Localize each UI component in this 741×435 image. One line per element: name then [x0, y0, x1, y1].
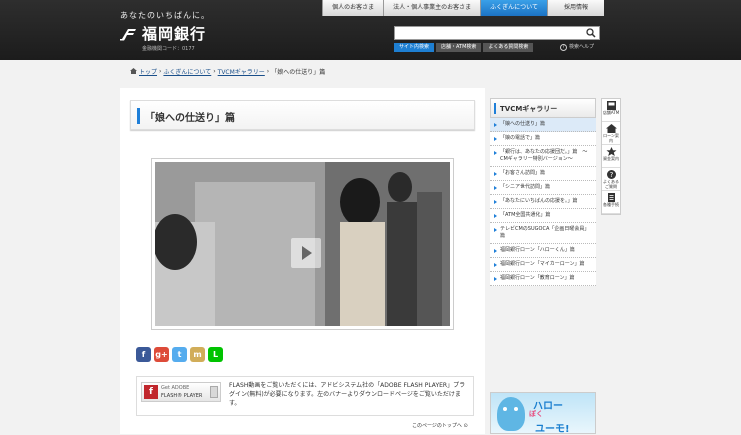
- document-icon: [606, 193, 617, 202]
- search-tab-site[interactable]: サイト内検索: [394, 43, 435, 52]
- sidebar-item[interactable]: 「娘への仕送り」篇: [490, 118, 596, 132]
- breadcrumb-home[interactable]: トップ: [139, 67, 157, 76]
- line-icon[interactable]: L: [208, 347, 223, 362]
- help-icon: ?: [560, 44, 567, 51]
- home-icon: [130, 67, 137, 76]
- sidebar-item[interactable]: 福岡銀行ローン「ハローくん」篇: [490, 244, 596, 258]
- page-title-box: 「娘への仕送り」篇: [130, 100, 475, 130]
- breadcrumb-tvcm[interactable]: TVCMギャラリー: [218, 67, 265, 76]
- facebook-icon[interactable]: f: [136, 347, 151, 362]
- search-input[interactable]: [395, 27, 575, 39]
- quick-menu-procedures[interactable]: 各種手続: [602, 191, 620, 214]
- quick-menu: 店舗ATM ローン案内 資金案内 ? よくあるご質問 各種手続: [601, 98, 621, 215]
- mascot-icon: [497, 397, 525, 431]
- sidebar-item[interactable]: 「銀行は、あなたの応援団だ。」篇 〜CMギャラリー特別バージョン〜: [490, 146, 596, 167]
- video-frame[interactable]: [155, 162, 450, 326]
- nav-personal[interactable]: 個人のお客さま: [322, 0, 384, 16]
- search-box: [394, 26, 600, 40]
- mixi-icon[interactable]: m: [190, 347, 205, 362]
- sidebar-item[interactable]: 福岡銀行ローン「教育ローン」篇: [490, 272, 596, 286]
- play-button[interactable]: [291, 238, 321, 268]
- sidebar-item[interactable]: 福岡銀行ローン「マイカーローン」篇: [490, 258, 596, 272]
- page-top-link[interactable]: このページのトップへ ⊙: [412, 422, 468, 429]
- search-tab-faq[interactable]: よくある質問検索: [483, 43, 534, 52]
- quick-menu-funds[interactable]: 資金案内: [602, 145, 620, 168]
- bank-mark-icon: [120, 27, 138, 41]
- sidebar-item[interactable]: 「シニア世代訪問」篇: [490, 181, 596, 195]
- sidebar-item[interactable]: 「あなたにいちばんの応援を。」篇: [490, 195, 596, 209]
- video-player[interactable]: [151, 158, 454, 330]
- star-icon: [606, 147, 617, 156]
- nav-about[interactable]: ふくぎんについて: [480, 0, 547, 16]
- flash-icon: f: [144, 385, 158, 399]
- flash-notice: f Get ADOBE FLASH® PLAYER FLASH動画をご覧いただく…: [136, 376, 474, 416]
- twitter-icon[interactable]: t: [172, 347, 187, 362]
- breadcrumb: トップ › ふくぎんについて › TVCMギャラリー › 「娘への仕送り」篇: [130, 67, 325, 76]
- sidebar-header: TVCMギャラリー: [490, 98, 596, 118]
- flash-notice-text: FLASH動画をご覧いただくには、アドビシステム社の「ADOBE FLASH P…: [229, 382, 466, 407]
- sidebar-item[interactable]: 「ATM全国共通化」篇: [490, 209, 596, 223]
- sidebar-item[interactable]: テレビCMのSUGOCA「企画日曜会員」篇: [490, 223, 596, 244]
- google-plus-icon[interactable]: g+: [154, 347, 169, 362]
- search-tab-branch[interactable]: 店舗・ATM検索: [436, 43, 482, 52]
- sidebar-item[interactable]: 「娘の電話で」篇: [490, 132, 596, 146]
- bank-code: 金融機関コード：0177: [142, 46, 195, 52]
- quick-menu-loan[interactable]: ローン案内: [602, 122, 620, 145]
- bank-name: 福岡銀行: [142, 25, 207, 43]
- svg-text:?: ?: [609, 171, 613, 179]
- nav-corporate[interactable]: 法人・個人事業主のお客さま: [383, 0, 481, 16]
- sidebar-item[interactable]: 「お客さん訪問」篇: [490, 167, 596, 181]
- nav-recruit[interactable]: 採用情報: [546, 0, 604, 16]
- breadcrumb-about[interactable]: ふくぎんについて: [163, 67, 211, 76]
- site-header: あなたのいちばんに。 福岡銀行 金融機関コード：0177 個人のお客さま 法人・…: [0, 0, 741, 60]
- search-icon[interactable]: [586, 28, 596, 38]
- download-icon: [210, 386, 218, 398]
- question-icon: ?: [606, 170, 617, 179]
- search-tabs: サイト内検索 店舗・ATM検索 よくある質問検索: [394, 43, 534, 52]
- hello-yumo-banner[interactable]: ハロー ぼく ユーモ!: [490, 392, 596, 435]
- breadcrumb-current: 「娘への仕送り」篇: [271, 69, 326, 76]
- tvcm-gallery-sidebar: TVCMギャラリー 「娘への仕送り」篇 「娘の電話で」篇 「銀行は、あなたの応援…: [490, 98, 596, 286]
- arrow-up-icon: ⊙: [463, 423, 468, 429]
- quick-menu-atm[interactable]: 店舗ATM: [602, 99, 620, 122]
- page-title: 「娘への仕送り」篇: [145, 113, 235, 124]
- bank-logo[interactable]: あなたのいちばんに。 福岡銀行 金融機関コード：0177: [120, 10, 210, 52]
- search-help-link[interactable]: ? 検索ヘルプ: [560, 43, 594, 52]
- social-share-bar: f g+ t m L: [136, 347, 223, 362]
- get-flash-player-button[interactable]: f Get ADOBE FLASH® PLAYER: [141, 382, 221, 402]
- sidebar-title: TVCMギャラリー: [500, 105, 558, 113]
- tagline: あなたのいちばんに。: [120, 11, 210, 20]
- home-icon: [605, 124, 617, 133]
- main-content: 「娘への仕送り」篇 f g+ t m L f Get ADOBE FLASH® …: [120, 88, 485, 434]
- top-navigation: 個人のお客さま 法人・個人事業主のお客さま ふくぎんについて 採用情報: [322, 0, 604, 16]
- atm-icon: [606, 101, 617, 110]
- quick-menu-faq[interactable]: ? よくあるご質問: [602, 168, 620, 191]
